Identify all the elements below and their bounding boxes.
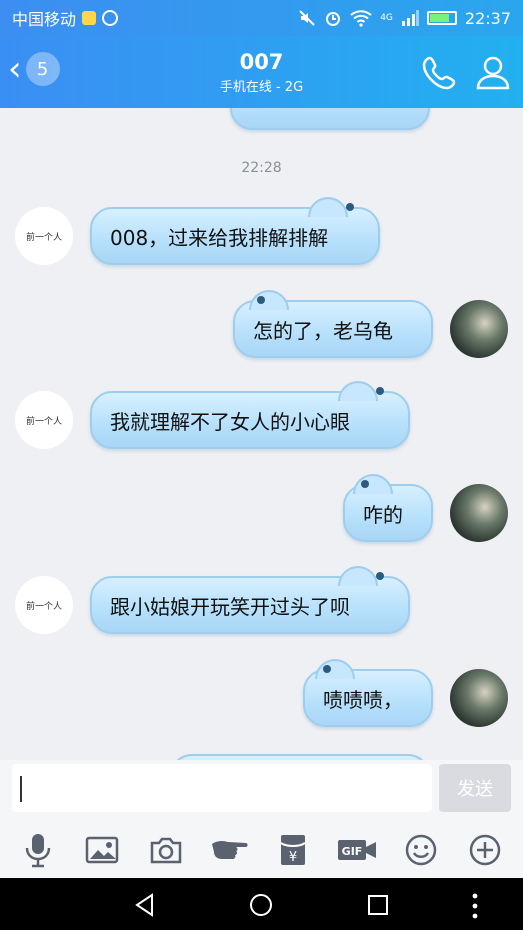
profile-icon[interactable] [473,52,513,92]
friend-avatar-text: 前一个人 [25,601,62,612]
message-timestamp: 22:28 [241,160,282,176]
message-text: 008，过来给我排解排解 [110,225,329,250]
friend-avatar[interactable]: 前一个人 [15,391,73,449]
message-text: 怎的了，老乌龟 [253,318,393,343]
friend-avatar[interactable]: 前一个人 [15,207,73,265]
alarm-icon [326,12,341,26]
gif-label: GIF [342,845,363,858]
microphone-icon[interactable] [18,830,58,870]
friend-avatar-text: 前一个人 [25,232,62,243]
chat-header: ‹ 5 007 手机在线 - 2G [0,36,523,108]
battery-icon [426,11,457,25]
signal-icon [401,10,419,26]
message-text: 跟小姑娘开玩笑开过头了呗 [110,594,350,619]
red-packet-icon[interactable]: ¥ [273,830,313,870]
media-icon [102,10,119,26]
friend-avatar[interactable]: 前一个人 [15,576,73,634]
clock: 22:37 [464,8,511,28]
notification-icon [82,11,97,25]
input-toolbar: ¥ GIF [0,822,523,878]
send-button[interactable]: 发送 [439,764,511,812]
my-avatar[interactable] [450,484,508,542]
my-avatar[interactable] [450,300,508,358]
carrier-label: 中国移动 [12,10,77,29]
text-caret [20,776,22,802]
image-icon[interactable] [82,830,122,870]
message-input[interactable] [12,764,432,812]
nav-more-icon[interactable] [470,892,480,920]
message-text: 啧啧啧， [323,687,403,712]
incoming-message[interactable]: 008，过来给我排解排解 [90,197,380,265]
nav-home-icon[interactable] [248,892,274,918]
phone-icon[interactable] [420,52,460,92]
mute-icon [299,10,315,26]
nav-back-icon[interactable] [132,892,158,918]
message-text: 我就理解不了女人的小心眼 [110,409,350,434]
nav-recent-apps-icon[interactable] [366,893,390,917]
friend-avatar-text: 前一个人 [25,416,62,427]
outgoing-message[interactable]: 怎的了，老乌龟 [233,290,433,358]
partial-bubble [230,108,430,130]
my-avatar[interactable] [450,669,508,727]
outgoing-message[interactable]: 咋的 [343,474,433,542]
message-text: 咋的 [363,502,403,527]
camera-icon[interactable] [146,830,186,870]
outgoing-message[interactable]: 啧啧啧， [303,659,433,727]
wifi-icon [350,10,372,27]
plus-icon[interactable] [465,830,505,870]
poke-hand-icon[interactable] [210,830,250,870]
incoming-message[interactable]: 跟小姑娘开玩笑开过头了呗 [90,566,410,634]
status-bar: 中国移动 4G 22:37 [0,0,523,36]
red-packet-symbol: ¥ [289,850,297,865]
gif-icon[interactable]: GIF [337,830,377,870]
input-row: 发送 [0,760,523,822]
network-type: 4G [380,13,393,23]
system-nav-bar [0,878,523,930]
emoji-icon[interactable] [401,830,441,870]
incoming-message[interactable]: 我就理解不了女人的小心眼 [90,381,410,449]
message-list[interactable]: 22:28 前一个人 008，过来给我排解排解 怎的了，老乌龟 前一个人 我就理… [0,108,523,760]
